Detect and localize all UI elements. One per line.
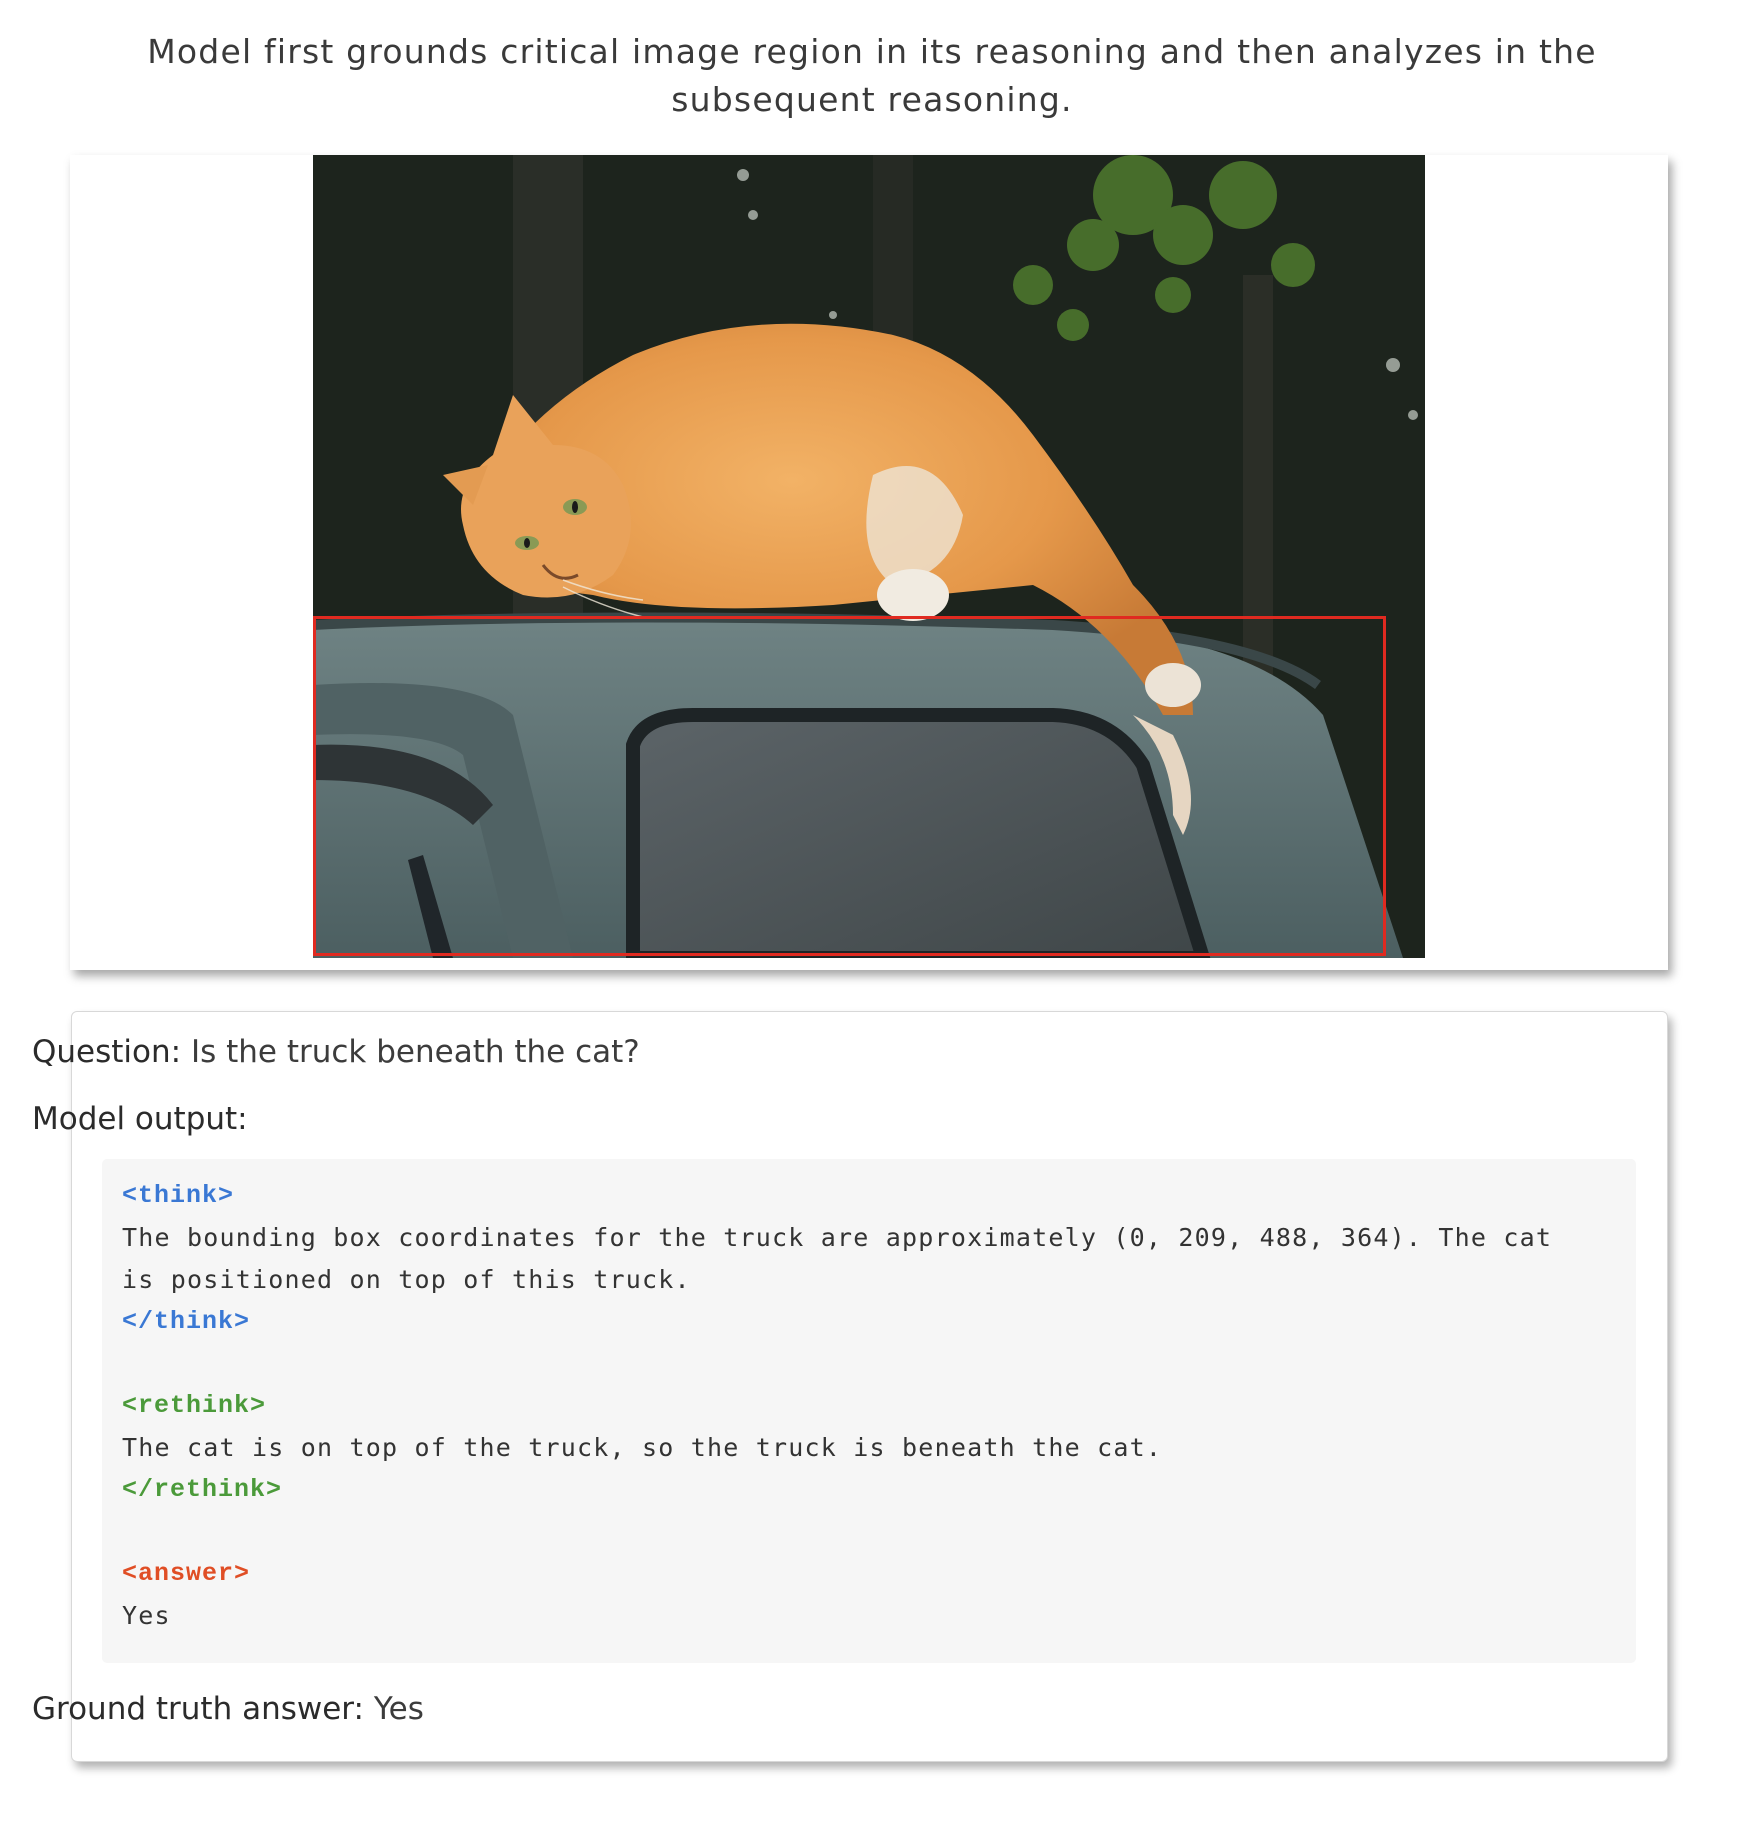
question-text: Is the truck beneath the cat?	[190, 1034, 640, 1070]
think-close-tag: </think>	[122, 1307, 251, 1336]
image-card	[70, 155, 1668, 970]
rethink-text-line-1: The cat is on top of the truck, so the t…	[122, 1433, 1163, 1462]
ground-truth-text: Yes	[373, 1691, 424, 1727]
answer-open-tag: <answer>	[122, 1559, 251, 1588]
model-output-heading: Model output:	[32, 1099, 248, 1139]
answer-text: Yes	[122, 1601, 171, 1630]
question-label: Question:	[32, 1034, 182, 1070]
figure-caption: Model first grounds critical image regio…	[147, 32, 1597, 119]
model-output-label: Model output:	[32, 1101, 248, 1137]
model-output-code-block: <think> The bounding box coordinates for…	[102, 1159, 1636, 1663]
think-open-tag: <think>	[122, 1181, 235, 1210]
rethink-open-tag: <rethink>	[122, 1391, 267, 1420]
ground-truth-label: Ground truth answer:	[32, 1691, 364, 1727]
question-line: Question: Is the truck beneath the cat?	[32, 1032, 640, 1072]
think-text-line-1: The bounding box coordinates for the tru…	[122, 1223, 1553, 1252]
ground-truth-line: Ground truth answer: Yes	[32, 1689, 424, 1729]
rethink-close-tag: </rethink>	[122, 1475, 283, 1504]
truck-bounding-box	[313, 616, 1386, 956]
think-text-line-2: is positioned on top of this truck.	[122, 1265, 691, 1294]
